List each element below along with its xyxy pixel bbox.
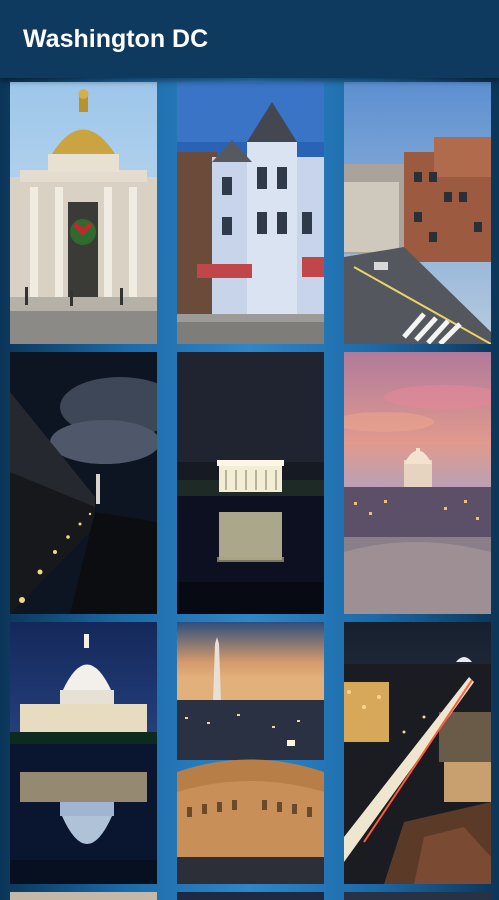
app-bar: Washington DC <box>0 0 499 78</box>
lincoln-memorial-night-photo <box>177 352 324 614</box>
partial-wallpaper-photo <box>10 892 157 900</box>
partial-wallpaper-photo <box>344 892 491 900</box>
wallpaper-tile-7[interactable] <box>10 622 157 884</box>
wallpaper-tile-6[interactable] <box>344 352 491 614</box>
city-street-aerial-photo <box>344 82 491 344</box>
partial-wallpaper-photo <box>177 892 324 900</box>
app-title: Washington DC <box>23 25 209 53</box>
capitol-reflection-night-photo <box>10 622 157 884</box>
washington-monument-aerial-photo <box>177 622 324 884</box>
wallpaper-tile-4[interactable] <box>10 352 157 614</box>
capitol-sunset-skyline-photo <box>344 352 491 614</box>
wallpaper-tile-12[interactable] <box>344 892 491 900</box>
wallpaper-tile-8[interactable] <box>177 622 324 884</box>
wallpaper-tile-10[interactable] <box>10 892 157 900</box>
vietnam-memorial-wall-night-photo <box>10 352 157 614</box>
domed-bank-building-photo <box>10 82 157 344</box>
pennsylvania-avenue-night-photo <box>344 622 491 884</box>
wallpaper-tile-2[interactable] <box>177 82 324 344</box>
wallpaper-tile-5[interactable] <box>177 352 324 614</box>
wallpaper-tile-1[interactable] <box>10 82 157 344</box>
wallpaper-tile-3[interactable] <box>344 82 491 344</box>
wallpaper-grid[interactable] <box>0 78 499 900</box>
victorian-corner-house-photo <box>177 82 324 344</box>
wallpaper-tile-9[interactable] <box>344 622 491 884</box>
wallpaper-tile-11[interactable] <box>177 892 324 900</box>
